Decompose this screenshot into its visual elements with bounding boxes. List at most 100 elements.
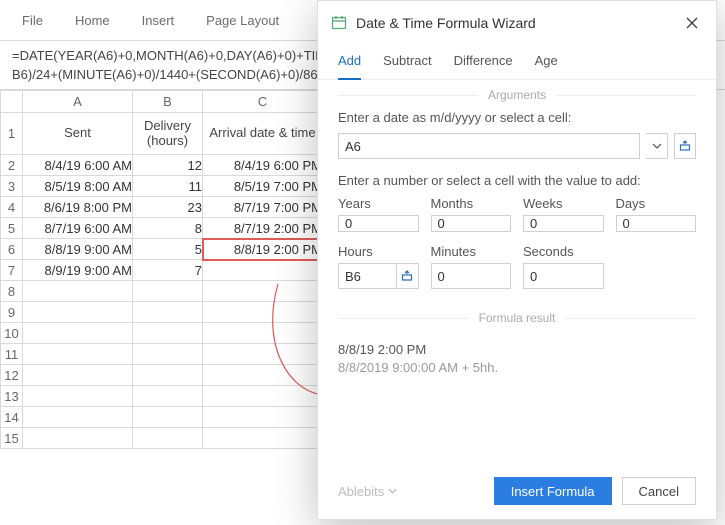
cell[interactable] (133, 344, 203, 365)
date-dropdown-button[interactable] (646, 133, 668, 159)
cell[interactable]: 23 (133, 197, 203, 218)
col-header-a[interactable]: A (23, 91, 133, 113)
row-header[interactable]: 10 (1, 323, 23, 344)
weeks-label: Weeks (523, 196, 604, 211)
cell[interactable] (203, 344, 323, 365)
col-header-b[interactable]: B (133, 91, 203, 113)
cell[interactable]: 8/5/19 7:00 PM (203, 176, 323, 197)
row-header[interactable]: 6 (1, 239, 23, 260)
days-input[interactable] (616, 215, 697, 232)
ribbon-tab-page-layout[interactable]: Page Layout (194, 7, 291, 34)
minutes-label: Minutes (431, 244, 512, 259)
tab-difference[interactable]: Difference (454, 47, 513, 79)
row-header[interactable]: 4 (1, 197, 23, 218)
date-input[interactable] (338, 133, 640, 159)
row-header[interactable]: 9 (1, 302, 23, 323)
row-header[interactable]: 7 (1, 260, 23, 281)
row-header[interactable]: 8 (1, 281, 23, 302)
row-header[interactable]: 5 (1, 218, 23, 239)
cell[interactable] (203, 302, 323, 323)
cell[interactable] (133, 281, 203, 302)
minutes-input[interactable] (431, 263, 512, 289)
insert-formula-button[interactable]: Insert Formula (494, 477, 612, 505)
ribbon-tab-file[interactable]: File (10, 7, 55, 34)
cell[interactable]: 7 (133, 260, 203, 281)
cell[interactable] (23, 407, 133, 428)
row-header[interactable]: 1 (1, 113, 23, 155)
dialog-title: Date & Time Formula Wizard (356, 15, 536, 31)
cell[interactable] (203, 386, 323, 407)
tab-add[interactable]: Add (338, 47, 361, 80)
cell[interactable] (203, 428, 323, 449)
cell[interactable] (203, 407, 323, 428)
hours-cellref-button[interactable] (397, 263, 419, 289)
cell[interactable] (23, 323, 133, 344)
section-arguments: Arguments (318, 80, 716, 110)
ribbon-tab-insert[interactable]: Insert (130, 7, 187, 34)
cell[interactable]: 8/7/19 2:00 PM (203, 218, 323, 239)
cell[interactable]: 8/9/19 9:00 AM (23, 260, 133, 281)
cell[interactable]: 8/6/19 8:00 PM (23, 197, 133, 218)
cell[interactable]: 8/4/19 6:00 AM (23, 155, 133, 176)
cell[interactable] (133, 428, 203, 449)
cell[interactable] (23, 302, 133, 323)
date-prompt-label: Enter a date as m/d/yyyy or select a cel… (338, 110, 696, 125)
cell[interactable] (23, 428, 133, 449)
hours-input[interactable] (338, 263, 397, 289)
years-input[interactable] (338, 215, 419, 232)
row-header[interactable]: 3 (1, 176, 23, 197)
cell[interactable]: 8/7/19 7:00 PM (203, 197, 323, 218)
row-header[interactable]: 14 (1, 407, 23, 428)
weeks-input[interactable] (523, 215, 604, 232)
cell[interactable]: 11 (133, 176, 203, 197)
months-label: Months (431, 196, 512, 211)
cell[interactable] (23, 365, 133, 386)
cell[interactable] (133, 386, 203, 407)
cell[interactable]: 8/7/19 6:00 AM (23, 218, 133, 239)
date-cellref-button[interactable] (674, 133, 696, 159)
cell[interactable] (23, 386, 133, 407)
section-result: Formula result (338, 303, 696, 333)
formula-result: 8/8/19 2:00 PM 8/8/2019 9:00:00 AM + 5hh… (338, 341, 696, 377)
cell[interactable]: 8/8/19 9:00 AM (23, 239, 133, 260)
cell[interactable]: 8 (133, 218, 203, 239)
brand-label[interactable]: Ablebits (338, 484, 397, 499)
months-input[interactable] (431, 215, 512, 232)
cell[interactable] (133, 407, 203, 428)
row-header[interactable]: 13 (1, 386, 23, 407)
tab-age[interactable]: Age (535, 47, 558, 79)
row-header[interactable]: 12 (1, 365, 23, 386)
days-label: Days (616, 196, 697, 211)
col-header-c[interactable]: C (203, 91, 323, 113)
cell-selected[interactable]: 8/8/19 2:00 PM (203, 239, 323, 260)
ribbon-tab-home[interactable]: Home (63, 7, 122, 34)
seconds-input[interactable] (523, 263, 604, 289)
close-button[interactable] (680, 11, 704, 35)
cell[interactable] (133, 302, 203, 323)
cell[interactable] (203, 281, 323, 302)
cell[interactable] (203, 323, 323, 344)
row-header[interactable]: 15 (1, 428, 23, 449)
cell[interactable]: 8/4/19 6:00 PM (203, 155, 323, 176)
header-arrival[interactable]: Arrival date & time (203, 113, 323, 155)
dialog-tabs: Add Subtract Difference Age (318, 45, 716, 80)
header-sent[interactable]: Sent (23, 113, 133, 155)
cell[interactable]: 5 (133, 239, 203, 260)
cell[interactable] (23, 281, 133, 302)
cell[interactable] (133, 323, 203, 344)
row-header[interactable]: 2 (1, 155, 23, 176)
tab-subtract[interactable]: Subtract (383, 47, 431, 79)
cell[interactable] (203, 365, 323, 386)
header-delivery[interactable]: Delivery (hours) (133, 113, 203, 155)
datetime-wizard-dialog: Date & Time Formula Wizard Add Subtract … (317, 0, 717, 520)
cancel-button[interactable]: Cancel (622, 477, 696, 505)
cell[interactable]: 12 (133, 155, 203, 176)
cell[interactable] (133, 365, 203, 386)
select-all-corner[interactable] (1, 91, 23, 113)
years-label: Years (338, 196, 419, 211)
wizard-icon (330, 14, 348, 32)
cell[interactable]: 8/5/19 8:00 AM (23, 176, 133, 197)
row-header[interactable]: 11 (1, 344, 23, 365)
cell[interactable] (23, 344, 133, 365)
cell[interactable] (203, 260, 323, 281)
